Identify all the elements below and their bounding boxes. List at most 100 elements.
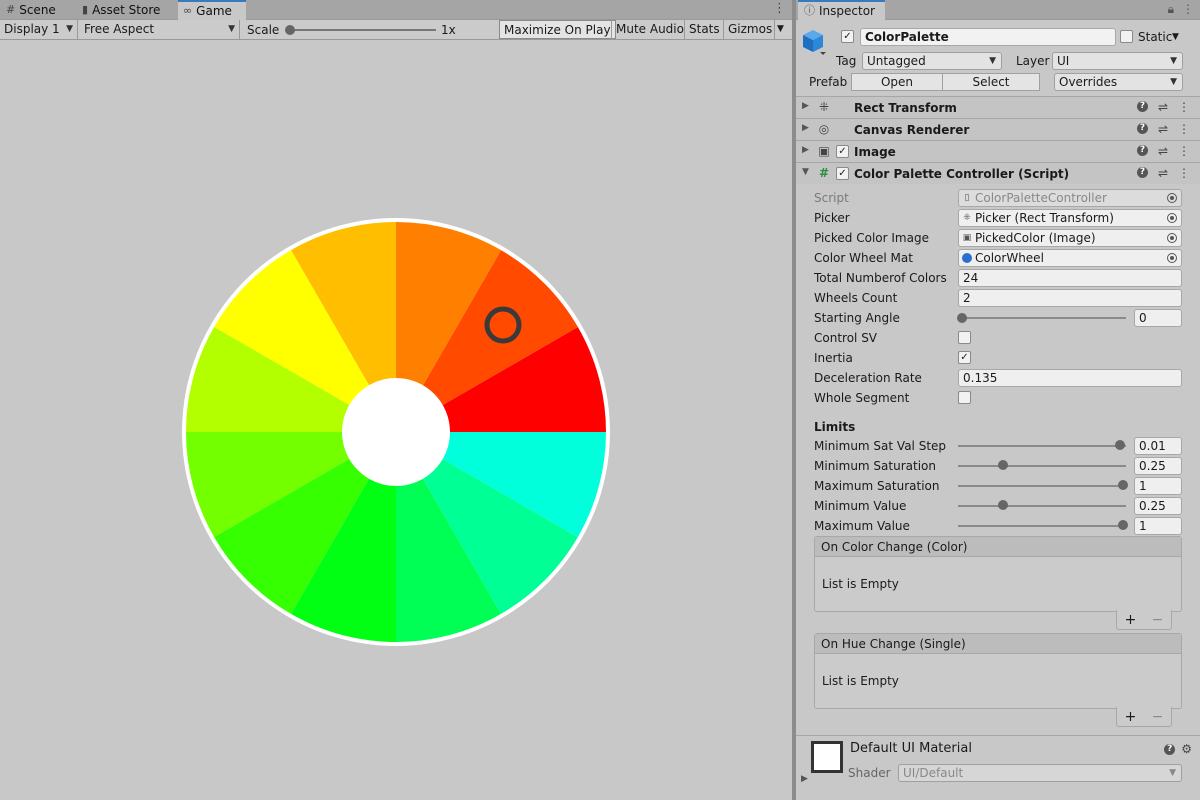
max-saturation-slider-track[interactable] — [958, 485, 1126, 487]
max-value-label: Maximum Value — [814, 519, 910, 533]
tag-dropdown[interactable]: Untagged ▼ — [862, 52, 1002, 70]
min-saturation-input[interactable]: 0.25 — [1134, 457, 1182, 475]
presets-icon[interactable]: ⇌ — [1158, 121, 1168, 137]
starting-angle-slider-handle[interactable] — [957, 313, 967, 323]
foldout-arrow-icon[interactable]: ▶ — [802, 101, 809, 111]
image-icon: ▣ — [818, 144, 830, 158]
picked-color-image-field[interactable]: ▣ PickedColor (Image) — [958, 229, 1182, 247]
min-saturation-slider-handle[interactable] — [998, 460, 1008, 470]
object-name-input[interactable]: ColorPalette — [860, 28, 1116, 46]
settings-gear-icon[interactable]: ⚙ — [1181, 742, 1192, 756]
foldout-arrow-icon[interactable]: ▶ — [801, 771, 808, 787]
active-checkbox[interactable]: ✓ — [841, 30, 854, 43]
script-field: ▯ ColorPaletteController — [958, 189, 1182, 207]
foldout-arrow-icon[interactable]: ▶ — [802, 145, 809, 155]
object-picker-icon[interactable] — [1167, 213, 1177, 223]
remove-listener-button[interactable]: − — [1152, 613, 1164, 627]
starting-angle-slider-track[interactable] — [958, 317, 1126, 319]
total-colors-input[interactable]: 24 — [958, 269, 1182, 287]
help-icon[interactable]: ? — [1136, 167, 1148, 178]
object-picker-icon[interactable] — [1167, 253, 1177, 263]
component-color-palette-controller[interactable]: ▼ # ✓ Color Palette Controller (Script) … — [796, 162, 1200, 184]
scale-slider-track[interactable] — [290, 29, 436, 31]
mute-audio-toggle[interactable]: Mute Audio — [611, 20, 688, 39]
picker-field[interactable]: ⁜ Picker (Rect Transform) — [958, 209, 1182, 227]
max-value-slider-track[interactable] — [958, 525, 1126, 527]
layer-dropdown[interactable]: UI ▼ — [1052, 52, 1183, 70]
gizmos-toggle[interactable]: Gizmos — [723, 20, 776, 39]
help-icon[interactable]: ? — [1136, 101, 1148, 112]
script-file-icon: ▯ — [964, 193, 970, 203]
picked-color-image-label: Picked Color Image — [814, 231, 929, 245]
help-icon[interactable]: ? — [1164, 744, 1176, 755]
inertia-checkbox[interactable]: ✓ — [958, 351, 971, 364]
object-picker-icon[interactable] — [1167, 233, 1177, 243]
color-wheel-mat-field[interactable]: ColorWheel — [958, 249, 1182, 267]
presets-icon[interactable]: ⇌ — [1158, 143, 1168, 159]
min-sat-val-step-slider-handle[interactable] — [1115, 440, 1125, 450]
kebab-menu-icon[interactable]: ⋮ — [773, 2, 786, 16]
add-listener-button[interactable]: + — [1125, 710, 1137, 724]
foldout-arrow-icon[interactable]: ▶ — [802, 123, 809, 133]
prefab-select-button[interactable]: Select — [942, 73, 1040, 91]
add-listener-button[interactable]: + — [1125, 613, 1137, 627]
kebab-menu-icon[interactable]: ⋮ — [1178, 99, 1190, 115]
maximize-on-play-toggle[interactable]: Maximize On Play — [499, 20, 616, 39]
stats-toggle[interactable]: Stats — [684, 20, 724, 39]
min-value-slider-track[interactable] — [958, 505, 1126, 507]
max-saturation-slider-handle[interactable] — [1118, 480, 1128, 490]
shader-label: Shader — [848, 766, 891, 780]
tab-scene[interactable]: # Scene — [6, 0, 76, 20]
aspect-dropdown[interactable]: Free Aspect ▼ — [80, 20, 240, 39]
kebab-menu-icon[interactable]: ⋮ — [1178, 165, 1190, 181]
grid-icon: # — [6, 3, 16, 16]
min-value-input[interactable]: 0.25 — [1134, 497, 1182, 515]
component-image[interactable]: ▶ ▣ ✓ Image ? ⇌ ⋮ — [796, 140, 1200, 162]
shader-dropdown[interactable]: UI/Default ▼ — [898, 764, 1182, 782]
help-icon[interactable]: ? — [1136, 123, 1148, 134]
static-dropdown-arrow-icon[interactable]: ▼ — [1172, 29, 1179, 45]
component-rect-transform[interactable]: ▶ ⁜ Rect Transform ? ⇌ ⋮ — [796, 96, 1200, 118]
lock-icon[interactable]: 🔒︎ — [1168, 2, 1174, 17]
tab-inspector[interactable]: ⓘ Inspector — [798, 0, 885, 20]
editor-tab-bar: # Scene ▮ Asset Store ∞ Game ⋮ — [0, 0, 792, 20]
wheels-count-input[interactable]: 2 — [958, 289, 1182, 307]
kebab-menu-icon[interactable]: ⋮ — [1178, 121, 1190, 137]
help-icon[interactable]: ? — [1136, 145, 1148, 156]
gizmos-dropdown-arrow-icon[interactable]: ▼ — [774, 20, 792, 39]
tab-game[interactable]: ∞ Game — [178, 0, 246, 20]
prefab-overrides-dropdown[interactable]: Overrides ▼ — [1054, 73, 1183, 91]
presets-icon[interactable]: ⇌ — [1158, 99, 1168, 115]
max-value-input[interactable]: 1 — [1134, 517, 1182, 535]
event-list-controls: + − — [1116, 707, 1172, 727]
presets-icon[interactable]: ⇌ — [1158, 165, 1168, 181]
color-wheel[interactable] — [0, 40, 792, 800]
control-sv-checkbox[interactable] — [958, 331, 971, 344]
component-enabled-checkbox[interactable]: ✓ — [836, 167, 849, 180]
min-value-slider-handle[interactable] — [998, 500, 1008, 510]
deceleration-rate-input[interactable]: 0.135 — [958, 369, 1182, 387]
component-enabled-checkbox[interactable]: ✓ — [836, 145, 849, 158]
whole-segment-checkbox[interactable] — [958, 391, 971, 404]
foldout-arrow-icon[interactable]: ▼ — [802, 167, 809, 177]
event-list: List is Empty — [815, 557, 1181, 611]
min-sat-val-step-slider-track[interactable] — [958, 445, 1126, 447]
static-checkbox[interactable] — [1120, 30, 1133, 43]
tab-asset-store[interactable]: ▮ Asset Store — [82, 0, 174, 20]
remove-listener-button[interactable]: − — [1152, 710, 1164, 724]
component-canvas-renderer[interactable]: ▶ ◎ Canvas Renderer ? ⇌ ⋮ — [796, 118, 1200, 140]
starting-angle-input[interactable]: 0 — [1134, 309, 1182, 327]
gameobject-cube-icon — [802, 28, 828, 56]
display-dropdown[interactable]: Display 1 ▼ — [0, 20, 78, 39]
min-saturation-slider-track[interactable] — [958, 465, 1126, 467]
info-icon: ⓘ — [804, 4, 815, 17]
scale-slider-handle[interactable] — [285, 25, 295, 35]
layer-label: Layer — [1016, 54, 1050, 68]
max-saturation-input[interactable]: 1 — [1134, 477, 1182, 495]
scale-label: Scale — [247, 23, 280, 37]
kebab-menu-icon[interactable]: ⋮ — [1178, 143, 1190, 159]
kebab-menu-icon[interactable]: ⋮ — [1182, 2, 1194, 17]
max-value-slider-handle[interactable] — [1118, 520, 1128, 530]
min-sat-val-step-input[interactable]: 0.01 — [1134, 437, 1182, 455]
prefab-open-button[interactable]: Open — [851, 73, 943, 91]
